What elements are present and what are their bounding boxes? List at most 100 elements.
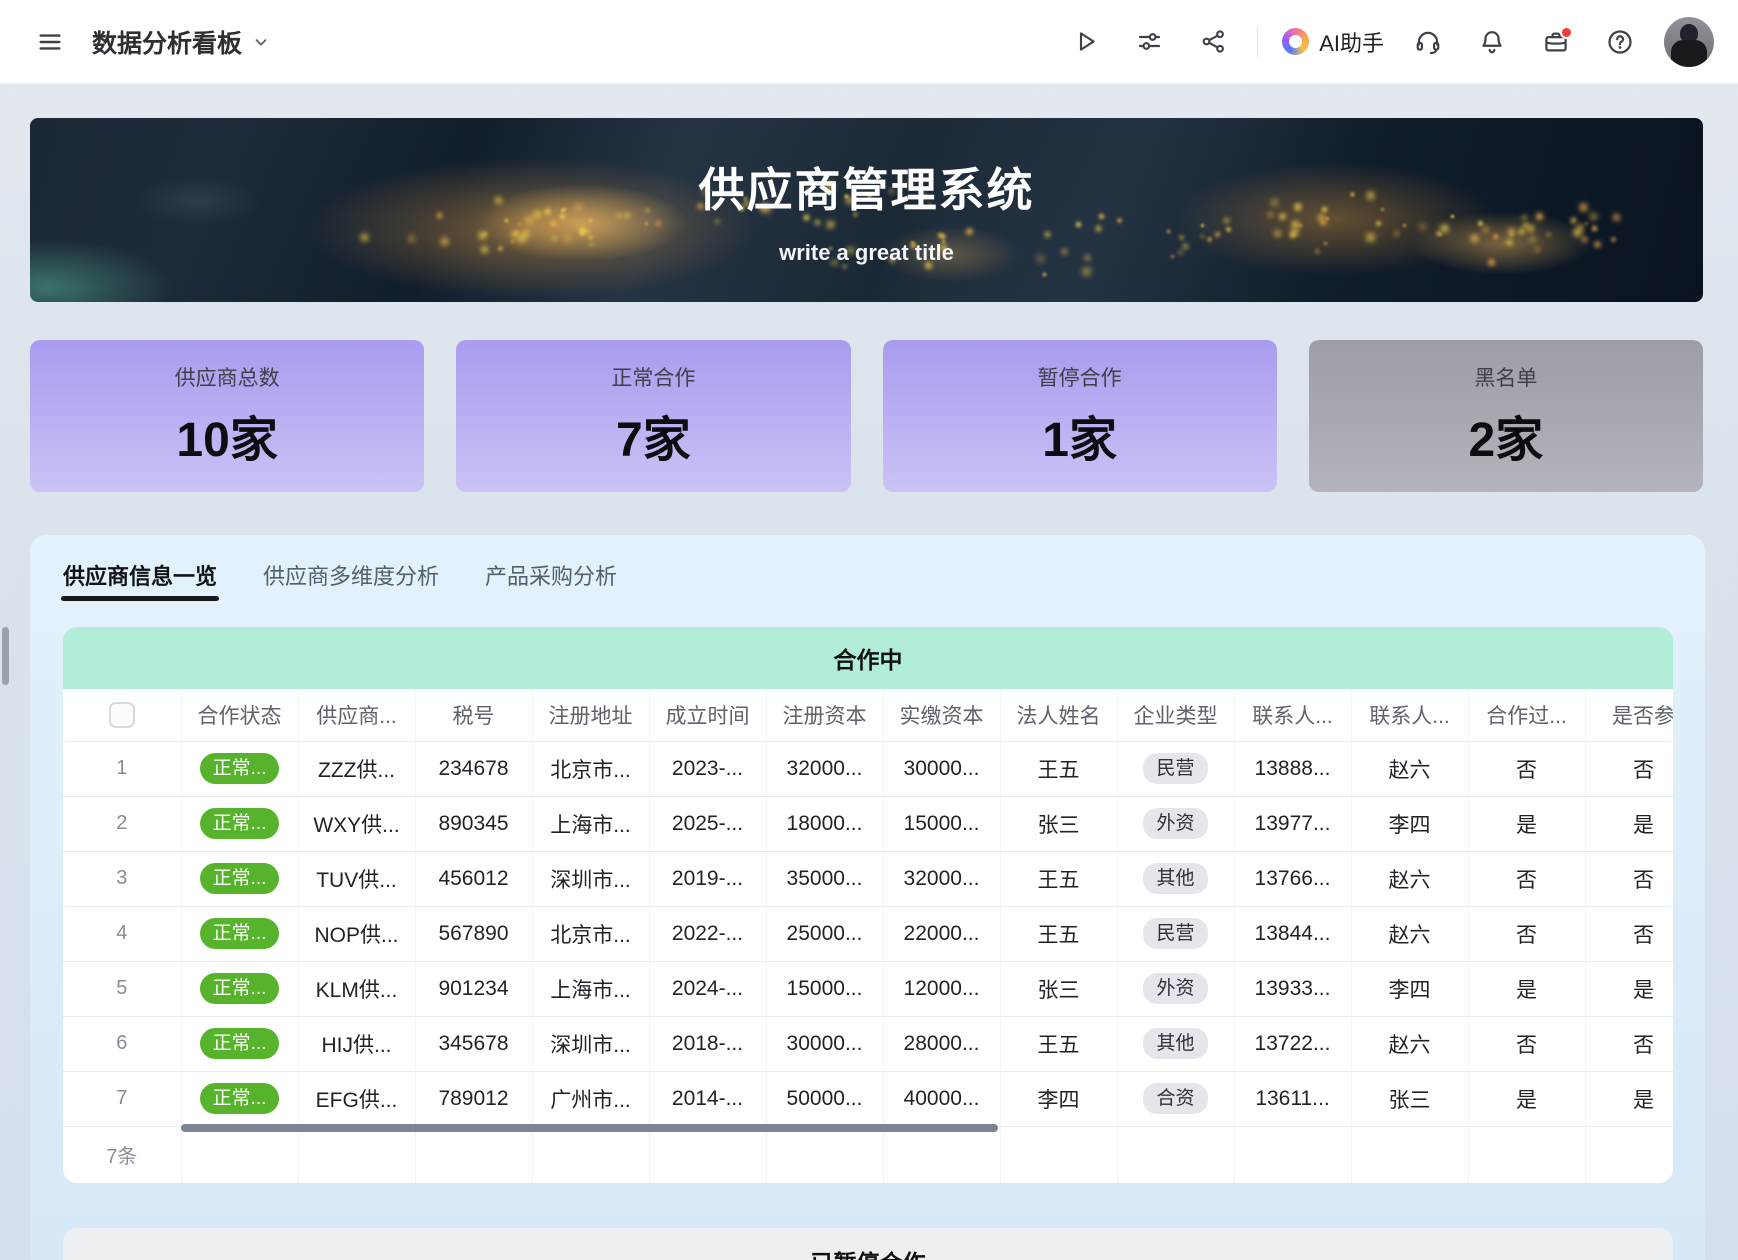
table-cell[interactable]: 否 — [1585, 851, 1673, 906]
table-cell[interactable]: 王五 — [1000, 741, 1117, 796]
table-cell[interactable]: 其他 — [1117, 1016, 1234, 1071]
table-cell[interactable]: 32000... — [766, 741, 883, 796]
table-cell[interactable]: 13888... — [1234, 741, 1351, 796]
column-header-11[interactable]: 合作过... — [1468, 689, 1585, 741]
table-cell[interactable]: KLM供... — [298, 961, 415, 1016]
menu-button[interactable] — [30, 22, 70, 62]
table-cell[interactable]: 13977... — [1234, 796, 1351, 851]
table-cell[interactable]: 赵六 — [1351, 906, 1468, 961]
table-cell[interactable]: 广州市... — [532, 1071, 649, 1126]
column-header-8[interactable]: 企业类型 — [1117, 689, 1234, 741]
table-cell[interactable]: 李四 — [1000, 1071, 1117, 1126]
table-cell[interactable]: 15000... — [883, 796, 1000, 851]
table-cell[interactable]: 456012 — [415, 851, 532, 906]
table-cell[interactable]: 789012 — [415, 1071, 532, 1126]
table-cell[interactable]: 张三 — [1000, 796, 1117, 851]
share-button[interactable] — [1193, 22, 1233, 62]
table-cell[interactable]: 否 — [1468, 851, 1585, 906]
table-cell[interactable]: 13722... — [1234, 1016, 1351, 1071]
table-cell[interactable]: 李四 — [1351, 961, 1468, 1016]
column-header-1[interactable]: 供应商... — [298, 689, 415, 741]
hero-subtitle[interactable]: write a great title — [779, 240, 954, 266]
table-cell[interactable]: WXY供... — [298, 796, 415, 851]
table-cell[interactable]: 是 — [1468, 796, 1585, 851]
table-cell[interactable]: 13844... — [1234, 906, 1351, 961]
table-cell[interactable]: NOP供... — [298, 906, 415, 961]
help-button[interactable] — [1600, 22, 1640, 62]
table-cell[interactable]: 567890 — [415, 906, 532, 961]
table-cell[interactable]: 否 — [1468, 1016, 1585, 1071]
table-cell[interactable]: 18000... — [766, 796, 883, 851]
table-cell[interactable]: 否 — [1468, 906, 1585, 961]
table-cell[interactable]: 李四 — [1351, 796, 1468, 851]
table-cell[interactable]: 30000... — [883, 741, 1000, 796]
document-title-dropdown[interactable]: 数据分析看板 — [92, 24, 270, 60]
table-cell[interactable]: 深圳市... — [532, 1016, 649, 1071]
table-cell[interactable]: EFG供... — [298, 1071, 415, 1126]
table-cell[interactable]: 北京市... — [532, 906, 649, 961]
table-cell[interactable]: 234678 — [415, 741, 532, 796]
column-header-5[interactable]: 注册资本 — [766, 689, 883, 741]
table-cell[interactable]: 正常... — [181, 796, 298, 851]
table-cell[interactable]: 张三 — [1351, 1071, 1468, 1126]
table-cell[interactable]: ZZZ供... — [298, 741, 415, 796]
table-cell[interactable]: 13766... — [1234, 851, 1351, 906]
table-cell[interactable]: 正常... — [181, 851, 298, 906]
table-cell[interactable]: 否 — [1585, 741, 1673, 796]
table-cell[interactable]: 民营 — [1117, 741, 1234, 796]
present-button[interactable] — [1065, 22, 1105, 62]
table-cell[interactable]: 是 — [1585, 796, 1673, 851]
table-cell[interactable]: 北京市... — [532, 741, 649, 796]
table-cell[interactable]: 2019-... — [649, 851, 766, 906]
table-cell[interactable]: 30000... — [766, 1016, 883, 1071]
horizontal-scrollbar[interactable] — [181, 1124, 998, 1132]
table-cell[interactable]: 28000... — [883, 1016, 1000, 1071]
table-cell[interactable]: 张三 — [1000, 961, 1117, 1016]
column-header-12[interactable]: 是否参 — [1585, 689, 1673, 741]
table-cell[interactable]: 正常... — [181, 961, 298, 1016]
table-cell[interactable]: 2022-... — [649, 906, 766, 961]
table-cell[interactable]: 是 — [1585, 1071, 1673, 1126]
table-cell[interactable]: 是 — [1468, 1071, 1585, 1126]
table-cell[interactable]: 2024-... — [649, 961, 766, 1016]
table-cell[interactable]: TUV供... — [298, 851, 415, 906]
table-cell[interactable]: 其他 — [1117, 851, 1234, 906]
column-header-10[interactable]: 联系人... — [1351, 689, 1468, 741]
table-cell[interactable]: 正常... — [181, 1016, 298, 1071]
notifications-button[interactable] — [1472, 22, 1512, 62]
table-cell[interactable]: 赵六 — [1351, 741, 1468, 796]
table-cell[interactable]: 2025-... — [649, 796, 766, 851]
column-header-7[interactable]: 法人姓名 — [1000, 689, 1117, 741]
table-cell[interactable]: 外资 — [1117, 796, 1234, 851]
table-cell[interactable]: 正常... — [181, 741, 298, 796]
table-cell[interactable]: 否 — [1585, 1016, 1673, 1071]
table-cell[interactable]: 25000... — [766, 906, 883, 961]
column-header-2[interactable]: 税号 — [415, 689, 532, 741]
settings-button[interactable] — [1129, 22, 1169, 62]
column-header-9[interactable]: 联系人... — [1234, 689, 1351, 741]
table-cell[interactable]: 赵六 — [1351, 1016, 1468, 1071]
table-cell[interactable]: 13611... — [1234, 1071, 1351, 1126]
page-scrollbar[interactable] — [2, 627, 9, 685]
table-cell[interactable]: 上海市... — [532, 961, 649, 1016]
table-cell[interactable]: 外资 — [1117, 961, 1234, 1016]
inbox-button[interactable] — [1536, 22, 1576, 62]
table-cell[interactable]: 否 — [1468, 741, 1585, 796]
table-cell[interactable]: 12000... — [883, 961, 1000, 1016]
table-cell[interactable]: 35000... — [766, 851, 883, 906]
table-cell[interactable]: 2014-... — [649, 1071, 766, 1126]
ai-assistant-button[interactable]: AI助手 — [1282, 26, 1384, 58]
select-all-checkbox[interactable] — [109, 702, 135, 728]
table-cell[interactable]: 王五 — [1000, 851, 1117, 906]
table-cell[interactable]: 40000... — [883, 1071, 1000, 1126]
column-header-3[interactable]: 注册地址 — [532, 689, 649, 741]
table-cell[interactable]: 22000... — [883, 906, 1000, 961]
table-cell[interactable]: 32000... — [883, 851, 1000, 906]
table-cell[interactable]: 赵六 — [1351, 851, 1468, 906]
column-header-4[interactable]: 成立时间 — [649, 689, 766, 741]
tab-supplier-overview[interactable]: 供应商信息一览 — [63, 559, 217, 605]
table-cell[interactable]: 正常... — [181, 1071, 298, 1126]
table-cell[interactable]: 345678 — [415, 1016, 532, 1071]
column-header-0[interactable]: 合作状态 — [181, 689, 298, 741]
table-cell[interactable]: 901234 — [415, 961, 532, 1016]
